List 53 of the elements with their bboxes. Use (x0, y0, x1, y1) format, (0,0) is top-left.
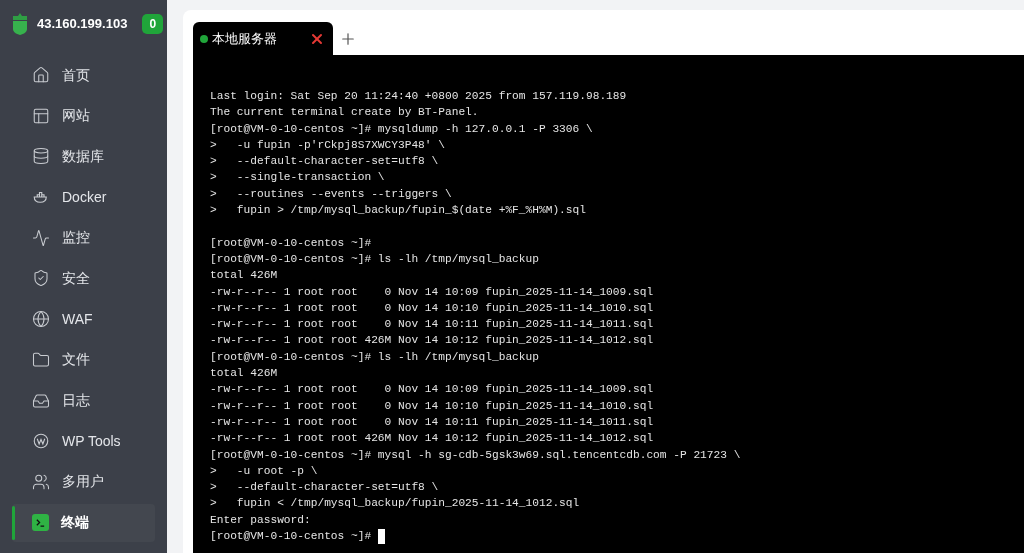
terminal-line: Last login: Sat Sep 20 11:24:40 +0800 2025 from 157.119.98.189 (210, 89, 627, 104)
terminal-line: [root@VM-0-10-centos ~]# ls -lh /tmp/mysql_backup (210, 251, 539, 267)
sidebar-item[interactable]: 终端 (12, 503, 155, 542)
terminal-line: Enter password: (210, 512, 311, 528)
terminal-line: -rw-r--r-- 1 root root 0 Nov 14 10:09 fupin_2025-11-14_1009.sql (210, 284, 654, 300)
terminal-line: > --single-transaction \ (210, 170, 385, 186)
terminal-line: > -u root -p \ (210, 463, 318, 479)
terminal-line: -rw-r--r-- 1 root root 0 Nov 14 10:11 fupin_2025-11-14_1011.sql (210, 317, 654, 333)
terminal-line: The current terminal create by BT-Panel. (210, 105, 479, 121)
terminal-line: -rw-r--r-- 1 root root 0 Nov 14 10:11 fupin_2025-11-14_1011.sql (210, 414, 654, 430)
terminal-line: -rw-r--r-- 1 root root 426M Nov 14 10:12 fupin_2025-11-14_1012.sql (210, 431, 654, 447)
sidebar-item[interactable]: 网站 (12, 96, 155, 135)
sidebar-item[interactable]: WP Tools (12, 422, 155, 461)
sidebar-item[interactable]: 日志 (12, 381, 155, 420)
users-icon (32, 472, 50, 491)
terminal-line: > fupin < /tmp/mysql_backup/fupin_2025-11-14_1012.sql (210, 496, 580, 512)
sidebar-item[interactable]: 安全 (12, 259, 155, 298)
terminal-line: > -u fupin -p'rCkpj8S7XWCY3P48' \ (210, 137, 445, 153)
terminal-icon (32, 514, 49, 532)
shield-icon (32, 269, 50, 288)
w-logo-icon (32, 432, 50, 451)
terminal-line: > --default-character-set=utf8 \ (210, 480, 439, 496)
terminal-line: total 426M (210, 268, 278, 284)
terminal-line: -rw-r--r-- 1 root root 0 Nov 14 10:10 fupin_2025-11-14_1010.sql (210, 398, 654, 414)
database-icon (32, 147, 50, 166)
terminal-tab[interactable]: 本地服务器 (193, 22, 333, 55)
terminal-line: > --default-character-set=utf8 \ (210, 154, 439, 170)
sidebar-item[interactable]: 首页 (12, 56, 155, 94)
terminal-line: [root@VM-0-10-centos ~]# mysql -h sg-cdb-5gsk3w69.sql.tencentcdb.com -P 21723 \ (210, 447, 741, 463)
terminal-line: -rw-r--r-- 1 root root 0 Nov 14 10:09 fupin_2025-11-14_1009.sql (210, 382, 654, 398)
terminal-line: -rw-r--r-- 1 root root 426M Nov 14 10:12 fupin_2025-11-14_1012.sql (210, 333, 654, 349)
sidebar-item[interactable]: 监控 (12, 218, 155, 257)
terminal-line: > --routines --events --triggers \ (210, 186, 452, 202)
terminal-line: [root@VM-0-10-centos ~]# ls -lh /tmp/mysql_backup (210, 349, 539, 365)
home-icon (32, 66, 50, 84)
terminal-line: [root@VM-0-10-centos ~]# mysqldump -h 127.0.0.1 -P 3306 \ (210, 121, 593, 137)
terminal-line: [root@VM-0-10-centos ~]# (210, 235, 372, 251)
terminal-line: total 426M (210, 366, 278, 382)
sidebar-item[interactable]: 多用户 (12, 462, 155, 501)
shield-logo-icon (12, 13, 28, 35)
sidebar-item[interactable]: WAF (12, 300, 155, 339)
globe-icon (32, 310, 50, 329)
tray-icon (32, 391, 50, 410)
sidebar-item[interactable]: 数据库 (12, 137, 155, 176)
folder-icon (32, 350, 50, 369)
sidebar-item[interactable]: 文件 (12, 340, 155, 379)
server-ip: 43.160.199.103 (37, 15, 128, 34)
sidebar-item[interactable]: Docker (12, 178, 155, 217)
chart-icon (32, 228, 50, 247)
terminal-line: > fupin > /tmp/mysql_backup/fupin_$(date +%F_%H%M).sql (210, 203, 586, 219)
browser-window-icon (32, 106, 50, 125)
terminal-line: -rw-r--r-- 1 root root 0 Nov 14 10:10 fupin_2025-11-14_1010.sql (210, 300, 654, 316)
terminal-line: [root@VM-0-10-centos ~]# (210, 529, 373, 544)
